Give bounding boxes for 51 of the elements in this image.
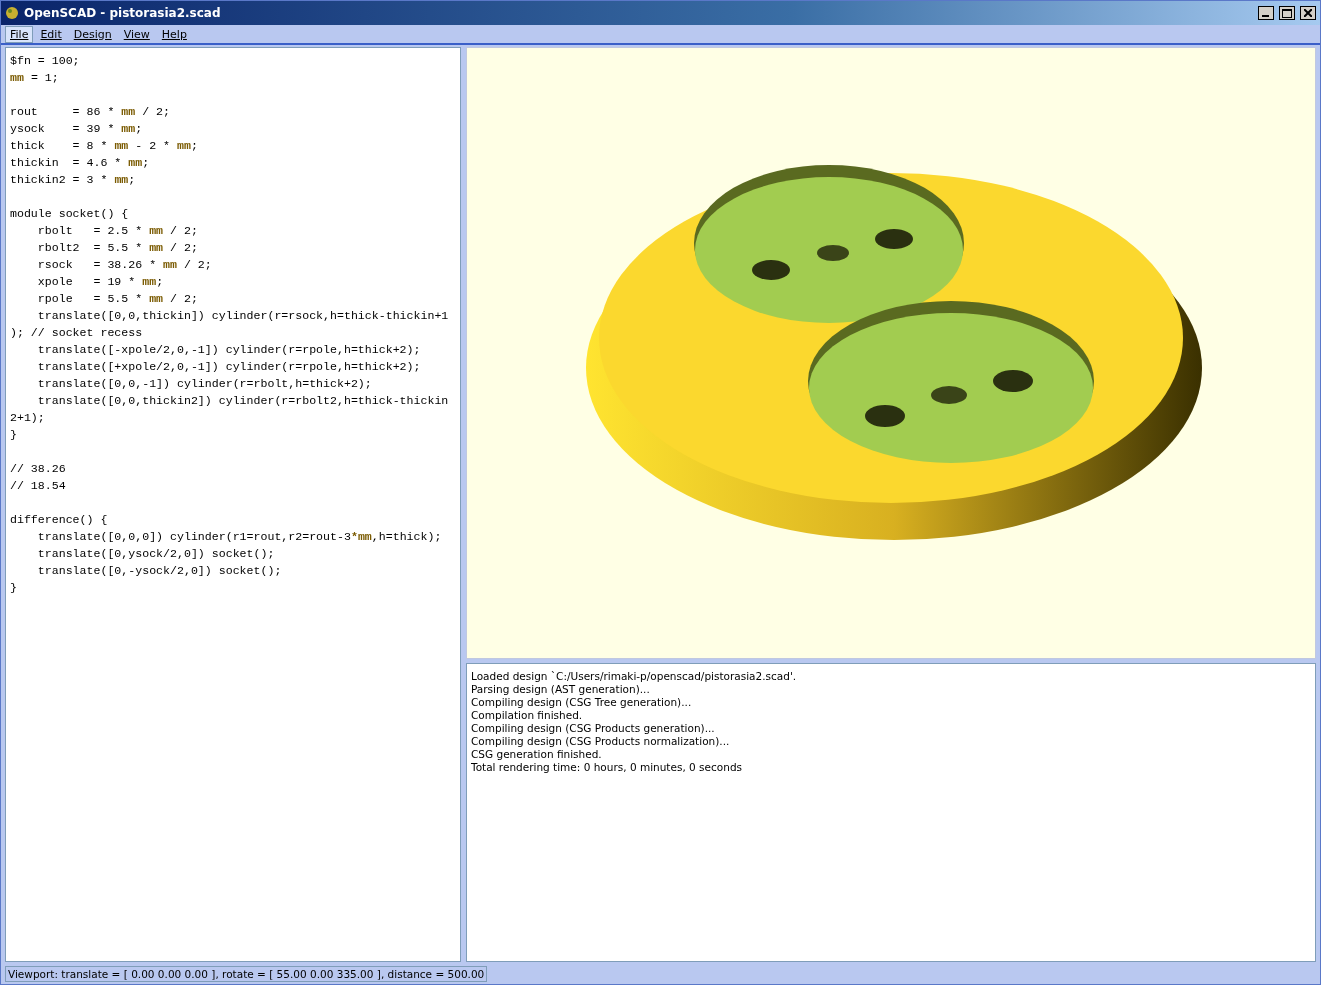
- code-line: thickin2 = 3 *mm;: [10, 172, 137, 188]
- code-line: rpole = 5.5 *mm / 2;: [36, 291, 199, 307]
- console-line: Total rendering time: 0 hours, 0 minutes, 0 seconds: [471, 761, 744, 774]
- app-logo-icon: [5, 6, 19, 20]
- code-line: translate([-xpole/2,0,-1]) cylinder(r=rpole,h=thick+2);: [36, 342, 422, 358]
- status-text: Viewport: translate = [ 0.00 0.00 0.00 ], rotate = [ 55.00 0.00 335.00 ], distance = 500.00: [5, 966, 488, 982]
- code-line: // 38.26: [10, 461, 67, 477]
- close-icon: [1304, 9, 1312, 17]
- maximize-icon: [1282, 8, 1292, 18]
- code-line: }: [10, 427, 18, 443]
- menu-item[interactable]: Edit: [35, 25, 67, 43]
- console-line: Compiling design (CSG Products generation)...: [471, 722, 716, 735]
- code-line: translate([0,0,0]) cylinder(r1=rout,r2=rout-3*mm,h=thick);: [36, 529, 443, 545]
- console-line: Parsing design (AST generation)...: [471, 683, 651, 696]
- code-line: ); // socket recess: [10, 325, 144, 341]
- console-line: Compiling design (CSG Products normalization)...: [471, 735, 731, 748]
- console-line: CSG generation finished.: [471, 748, 603, 761]
- code-line: translate([0,0,thickin]) cylinder(r=rsock,h=thick-thickin+1: [36, 308, 450, 324]
- code-line: ysock = 39 *mm;: [10, 121, 144, 137]
- code-line: translate([0,0,thickin2]) cylinder(r=rbolt2,h=thick-thickin: [36, 393, 450, 409]
- code-line: rsock = 38.26 *mm / 2;: [36, 257, 213, 273]
- menu-item[interactable]: Design: [68, 25, 117, 43]
- minimize-button[interactable]: [1258, 6, 1274, 20]
- code-line: }: [10, 580, 18, 596]
- code-line: translate([0,ysock/2,0]) socket();: [36, 546, 276, 562]
- code-line: difference() {: [10, 512, 109, 528]
- window-title: OpenSCAD - pistorasia2.scad: [24, 6, 222, 20]
- code-line: rout = 86 *mm / 2;: [10, 104, 172, 120]
- code-line: mm = 1;: [10, 70, 60, 86]
- code-line: // 18.54: [10, 478, 67, 494]
- console-line: Compilation finished.: [471, 709, 584, 722]
- code-line: module socket() {: [10, 206, 130, 222]
- menu-item[interactable]: Help: [156, 25, 192, 43]
- code-line: translate([0,0,-1]) cylinder(r=rbolt,h=thick+2);: [36, 376, 373, 392]
- menu-item[interactable]: View: [118, 25, 155, 43]
- code-line: rbolt = 2.5 *mm / 2;: [36, 223, 199, 239]
- code-line: $fn = 100;: [10, 53, 81, 69]
- code-editor[interactable]: [5, 47, 461, 962]
- maximize-button[interactable]: [1279, 6, 1295, 20]
- code-line: thickin = 4.6 *mm;: [10, 155, 151, 171]
- code-line: translate([0,-ysock/2,0]) socket();: [36, 563, 283, 579]
- code-line: 2+1);: [10, 410, 46, 426]
- console-line: Loaded design `C:/Users/rimaki-p/openscad/pistorasia2.scad'.: [471, 670, 798, 683]
- code-line: thick = 8 *mm - 2 *mm;: [10, 138, 199, 154]
- menu-item[interactable]: File: [5, 25, 34, 43]
- code-line: rbolt2 = 5.5 *mm / 2;: [36, 240, 199, 256]
- 3d-viewport[interactable]: [466, 47, 1316, 659]
- code-line: translate([+xpole/2,0,-1]) cylinder(r=rpole,h=thick+2);: [36, 359, 422, 375]
- close-button[interactable]: [1300, 6, 1316, 20]
- code-line: xpole = 19 *mm;: [36, 274, 165, 290]
- console-line: Compiling design (CSG Tree generation)...: [471, 696, 693, 709]
